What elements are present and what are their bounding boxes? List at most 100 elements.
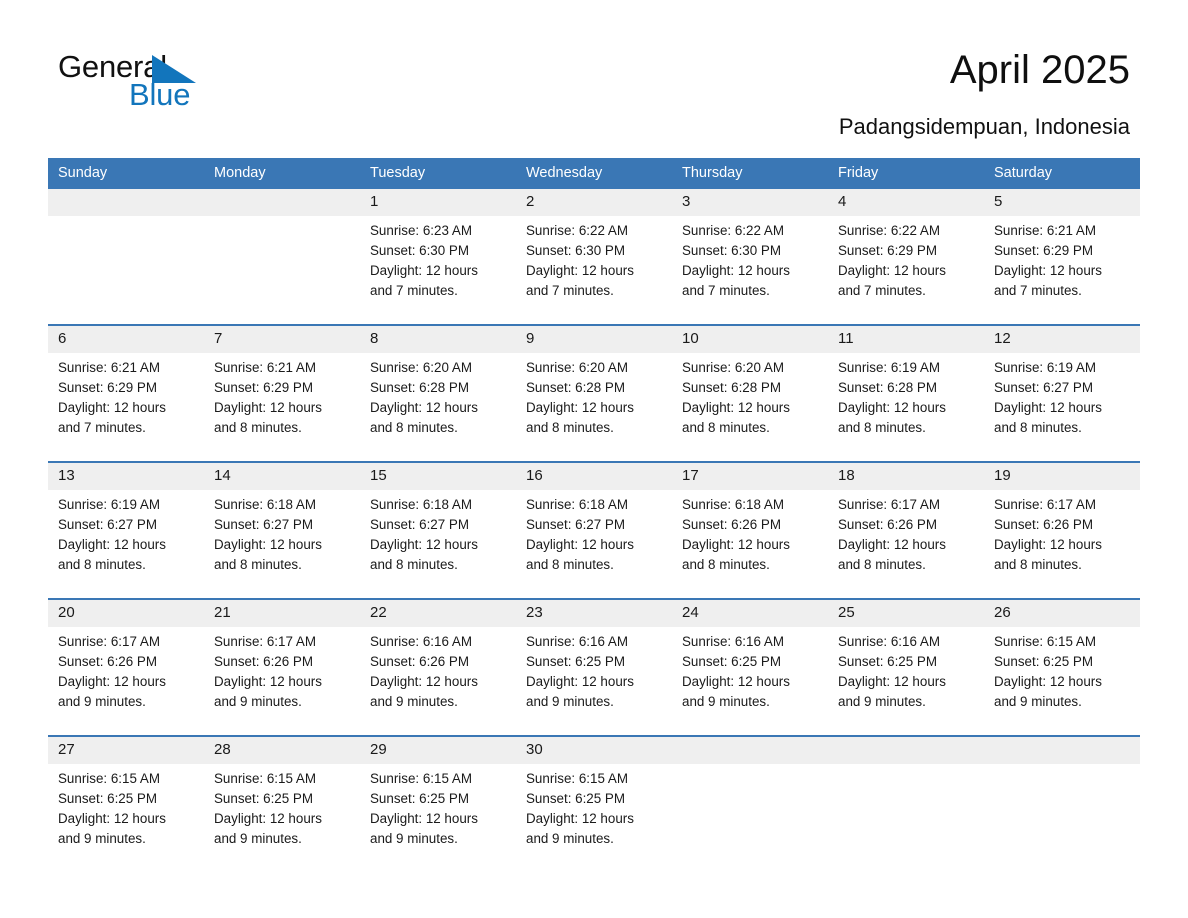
sunrise-text: Sunrise: 6:21 AM — [994, 223, 1096, 238]
sunset-text: Sunset: 6:28 PM — [682, 380, 781, 395]
day-number: 7 — [204, 326, 360, 353]
sunset-text: Sunset: 6:25 PM — [214, 791, 313, 806]
calendar-day-cell[interactable]: 14 Sunrise: 6:18 AM Sunset: 6:27 PM Dayligh… — [204, 461, 360, 599]
sunrise-text: Sunrise: 6:20 AM — [682, 360, 784, 375]
daylight-text-line2: and 8 minutes. — [838, 557, 926, 572]
calendar-day-cell[interactable]: 20 Sunrise: 6:17 AM Sunset: 6:26 PM Dayligh… — [48, 598, 204, 736]
day-number: 6 — [48, 326, 204, 353]
sunset-text: Sunset: 6:25 PM — [526, 791, 625, 806]
calendar-day-cell[interactable]: 9 Sunrise: 6:20 AM Sunset: 6:28 PM Daylight… — [516, 324, 672, 462]
day-details: Sunrise: 6:16 AM Sunset: 6:25 PM Daylight:… — [516, 627, 672, 712]
calendar-day-cell[interactable]: 19 Sunrise: 6:17 AM Sunset: 6:26 PM Dayligh… — [984, 461, 1140, 599]
sunset-text: Sunset: 6:25 PM — [682, 654, 781, 669]
sunrise-text: Sunrise: 6:15 AM — [994, 634, 1096, 649]
calendar-day-cell[interactable]: 30 Sunrise: 6:15 AM Sunset: 6:25 PM Dayligh… — [516, 735, 672, 872]
sunset-text: Sunset: 6:30 PM — [682, 243, 781, 258]
calendar-day-cell[interactable]: 26 Sunrise: 6:15 AM Sunset: 6:25 PM Dayligh… — [984, 598, 1140, 736]
sunrise-text: Sunrise: 6:17 AM — [838, 497, 940, 512]
daylight-text-line1: Daylight: 12 hours — [370, 537, 478, 552]
daylight-text-line2: and 9 minutes. — [58, 831, 146, 846]
calendar-day-cell[interactable]: 7 Sunrise: 6:21 AM Sunset: 6:29 PM Daylight… — [204, 324, 360, 462]
sunset-text: Sunset: 6:26 PM — [58, 654, 157, 669]
day-number: 9 — [516, 326, 672, 353]
calendar-day-cell[interactable]: 5 Sunrise: 6:21 AM Sunset: 6:29 PM Daylight… — [984, 189, 1140, 325]
day-number: 23 — [516, 600, 672, 627]
calendar-header-row: Sunday Monday Tuesday Wednesday Thursday… — [48, 158, 1140, 189]
day-details: Sunrise: 6:17 AM Sunset: 6:26 PM Daylight:… — [984, 490, 1140, 575]
day-details: Sunrise: 6:20 AM Sunset: 6:28 PM Daylight:… — [672, 353, 828, 438]
sunset-text: Sunset: 6:27 PM — [370, 517, 469, 532]
sunrise-text: Sunrise: 6:21 AM — [58, 360, 160, 375]
daylight-text-line1: Daylight: 12 hours — [682, 674, 790, 689]
calendar-day-cell[interactable]: 17 Sunrise: 6:18 AM Sunset: 6:26 PM Dayligh… — [672, 461, 828, 599]
day-number: 16 — [516, 463, 672, 490]
sunset-text: Sunset: 6:29 PM — [994, 243, 1093, 258]
day-number: 8 — [360, 326, 516, 353]
day-details: Sunrise: 6:22 AM Sunset: 6:29 PM Daylight:… — [828, 216, 984, 301]
daylight-text-line2: and 8 minutes. — [994, 557, 1082, 572]
day-details: Sunrise: 6:20 AM Sunset: 6:28 PM Daylight:… — [516, 353, 672, 438]
day-number: 26 — [984, 600, 1140, 627]
daylight-text-line2: and 8 minutes. — [58, 557, 146, 572]
calendar-week-row: 20 Sunrise: 6:17 AM Sunset: 6:26 PM Dayligh… — [48, 598, 1140, 736]
day-number: 29 — [360, 737, 516, 764]
sunrise-text: Sunrise: 6:16 AM — [682, 634, 784, 649]
calendar-day-cell[interactable]: 28 Sunrise: 6:15 AM Sunset: 6:25 PM Dayligh… — [204, 735, 360, 872]
calendar-day-cell[interactable]: 6 Sunrise: 6:21 AM Sunset: 6:29 PM Daylight… — [48, 324, 204, 462]
weekday-header-thursday: Thursday — [672, 158, 828, 189]
calendar-day-cell[interactable]: 29 Sunrise: 6:15 AM Sunset: 6:25 PM Dayligh… — [360, 735, 516, 872]
logo-text-blue: Blue — [129, 77, 191, 112]
daylight-text-line2: and 8 minutes. — [838, 420, 926, 435]
calendar-day-cell[interactable]: 11 Sunrise: 6:19 AM Sunset: 6:28 PM Dayligh… — [828, 324, 984, 462]
calendar-day-cell[interactable]: 24 Sunrise: 6:16 AM Sunset: 6:25 PM Dayligh… — [672, 598, 828, 736]
calendar-day-cell[interactable]: 18 Sunrise: 6:17 AM Sunset: 6:26 PM Dayligh… — [828, 461, 984, 599]
sunrise-text: Sunrise: 6:18 AM — [682, 497, 784, 512]
sunrise-text: Sunrise: 6:15 AM — [526, 771, 628, 786]
day-details: Sunrise: 6:20 AM Sunset: 6:28 PM Daylight:… — [360, 353, 516, 438]
sunset-text: Sunset: 6:29 PM — [838, 243, 937, 258]
calendar-day-cell[interactable]: 27 Sunrise: 6:15 AM Sunset: 6:25 PM Dayligh… — [48, 735, 204, 872]
calendar-day-cell[interactable]: 23 Sunrise: 6:16 AM Sunset: 6:25 PM Dayligh… — [516, 598, 672, 736]
calendar-day-cell[interactable]: 3 Sunrise: 6:22 AM Sunset: 6:30 PM Daylight… — [672, 189, 828, 325]
daylight-text-line1: Daylight: 12 hours — [214, 674, 322, 689]
daylight-text-line2: and 8 minutes. — [214, 420, 302, 435]
daylight-text-line2: and 7 minutes. — [58, 420, 146, 435]
calendar-day-cell[interactable]: 4 Sunrise: 6:22 AM Sunset: 6:29 PM Daylight… — [828, 189, 984, 325]
daylight-text-line1: Daylight: 12 hours — [58, 811, 166, 826]
daylight-text-line2: and 9 minutes. — [682, 694, 770, 709]
weekday-header-wednesday: Wednesday — [516, 158, 672, 189]
general-blue-logo[interactable]: General Blue — [58, 50, 318, 120]
calendar-day-cell[interactable]: 10 Sunrise: 6:20 AM Sunset: 6:28 PM Dayligh… — [672, 324, 828, 462]
daylight-text-line1: Daylight: 12 hours — [214, 537, 322, 552]
sunrise-text: Sunrise: 6:19 AM — [838, 360, 940, 375]
calendar-day-cell[interactable]: 13 Sunrise: 6:19 AM Sunset: 6:27 PM Dayligh… — [48, 461, 204, 599]
sunrise-text: Sunrise: 6:15 AM — [214, 771, 316, 786]
calendar-cell-empty — [204, 189, 360, 325]
day-number: 17 — [672, 463, 828, 490]
calendar-day-cell[interactable]: 12 Sunrise: 6:19 AM Sunset: 6:27 PM Dayligh… — [984, 324, 1140, 462]
sunset-text: Sunset: 6:26 PM — [994, 517, 1093, 532]
day-number: 22 — [360, 600, 516, 627]
day-details: Sunrise: 6:15 AM Sunset: 6:25 PM Daylight:… — [48, 764, 204, 849]
daylight-text-line1: Daylight: 12 hours — [214, 811, 322, 826]
calendar-day-cell[interactable]: 16 Sunrise: 6:18 AM Sunset: 6:27 PM Dayligh… — [516, 461, 672, 599]
calendar-day-cell[interactable]: 22 Sunrise: 6:16 AM Sunset: 6:26 PM Dayligh… — [360, 598, 516, 736]
calendar-day-cell[interactable]: 8 Sunrise: 6:20 AM Sunset: 6:28 PM Daylight… — [360, 324, 516, 462]
day-number: 2 — [516, 189, 672, 216]
daylight-text-line1: Daylight: 12 hours — [526, 674, 634, 689]
sunrise-text: Sunrise: 6:16 AM — [838, 634, 940, 649]
day-details: Sunrise: 6:21 AM Sunset: 6:29 PM Daylight:… — [48, 353, 204, 438]
day-details: Sunrise: 6:15 AM Sunset: 6:25 PM Daylight:… — [360, 764, 516, 849]
day-details: Sunrise: 6:16 AM Sunset: 6:25 PM Daylight:… — [828, 627, 984, 712]
calendar-day-cell[interactable]: 1 Sunrise: 6:23 AM Sunset: 6:30 PM Daylight… — [360, 189, 516, 325]
calendar-day-cell[interactable]: 15 Sunrise: 6:18 AM Sunset: 6:27 PM Dayligh… — [360, 461, 516, 599]
sunset-text: Sunset: 6:25 PM — [526, 654, 625, 669]
calendar-day-cell[interactable]: 2 Sunrise: 6:22 AM Sunset: 6:30 PM Daylight… — [516, 189, 672, 325]
calendar-day-cell[interactable]: 25 Sunrise: 6:16 AM Sunset: 6:25 PM Dayligh… — [828, 598, 984, 736]
daylight-text-line1: Daylight: 12 hours — [58, 537, 166, 552]
day-details: Sunrise: 6:17 AM Sunset: 6:26 PM Daylight:… — [828, 490, 984, 575]
daylight-text-line1: Daylight: 12 hours — [58, 674, 166, 689]
calendar-day-cell[interactable]: 21 Sunrise: 6:17 AM Sunset: 6:26 PM Dayligh… — [204, 598, 360, 736]
sunrise-text: Sunrise: 6:22 AM — [838, 223, 940, 238]
daylight-text-line2: and 8 minutes. — [994, 420, 1082, 435]
